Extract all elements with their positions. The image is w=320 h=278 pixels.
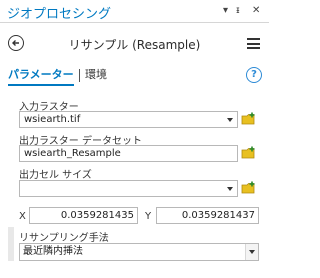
dropdown-icon[interactable]: ▾ [223,5,228,17]
tab-bar: パラメーター 環境 ? [8,67,263,86]
dropdown-button[interactable] [245,244,258,260]
folder-add-icon[interactable] [241,181,257,195]
chevron-down-icon[interactable] [227,187,233,191]
folder-add-icon[interactable] [241,146,257,160]
tool-title: リサンプル (Resample) [68,38,201,52]
resampling-label: リサンプリング手法 [19,233,109,244]
folder-add-icon[interactable] [241,112,257,126]
cell-size-field[interactable] [19,180,238,197]
section-indicator [8,227,14,261]
pane-title: ジオプロセシング [7,7,112,22]
x-label: X [19,211,26,222]
input-raster-field[interactable]: wsiearth.tif [19,111,238,128]
tab-environments[interactable]: 環境 [85,67,107,83]
hamburger-icon [247,38,260,40]
chevron-down-icon [249,250,255,254]
tool-header: リサンプル (Resample) [0,33,269,57]
output-dataset-value: wsiearth_Resample [24,148,121,159]
y-label: Y [145,211,152,222]
y-input[interactable]: 0.0359281437 [156,207,259,224]
resampling-select[interactable]: 最近隣内挿法 [19,243,259,261]
output-dataset-field[interactable]: wsiearth_Resample [19,145,238,162]
menu-button[interactable] [247,38,260,49]
tab-divider [79,69,80,82]
tab-parameters[interactable]: パラメーター [8,67,74,86]
pane-title-bar: ジオプロセシング ▾ ᵻ ✕ [0,0,269,23]
pin-icon[interactable]: ᵻ [236,5,240,17]
cell-size-label: 出力セル サイズ [19,170,92,181]
input-raster-value: wsiearth.tif [24,114,81,125]
chevron-down-icon[interactable] [227,118,233,122]
resampling-value: 最近隣内挿法 [23,246,83,257]
x-input[interactable]: 0.0359281435 [29,207,138,224]
close-icon[interactable]: ✕ [252,5,260,17]
help-icon[interactable]: ? [246,67,262,83]
